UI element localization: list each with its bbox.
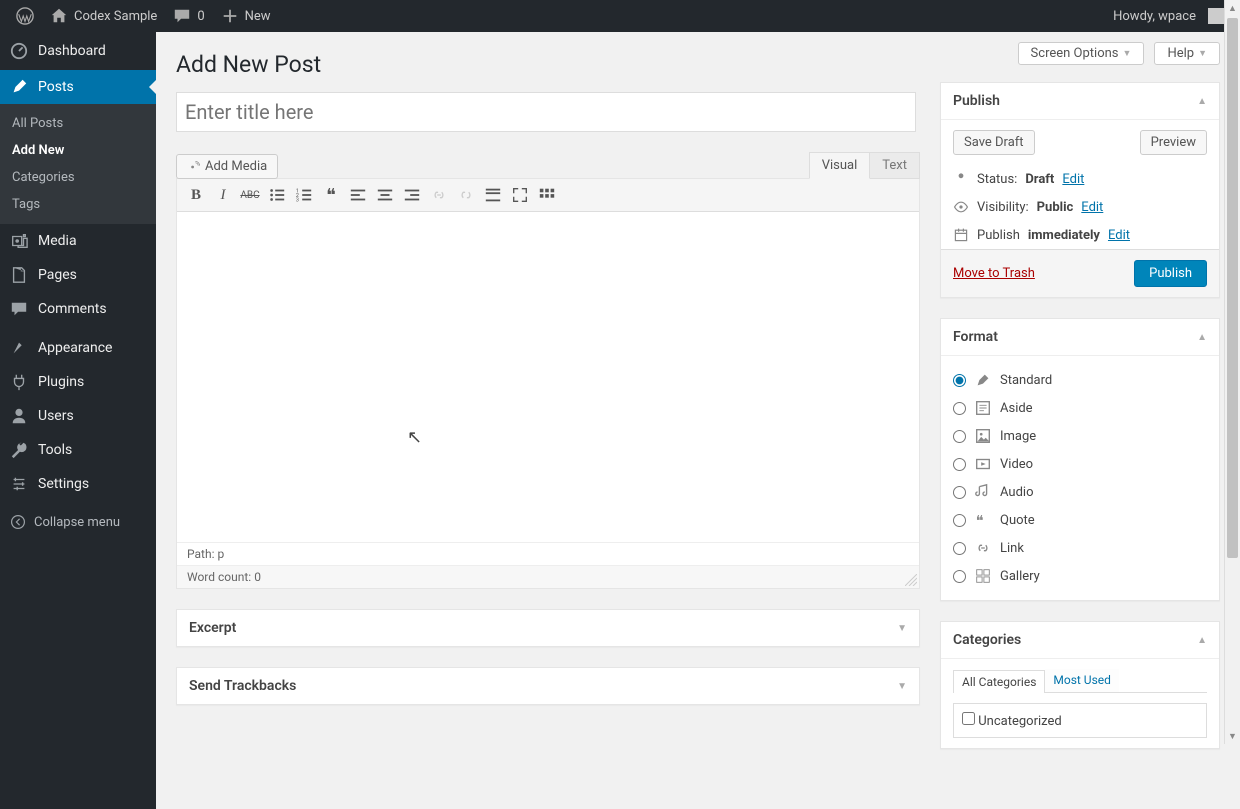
align-left-button[interactable] bbox=[345, 182, 371, 208]
screen-options-button[interactable]: Screen Options ▼ bbox=[1018, 42, 1145, 65]
quote-button[interactable]: ❝ bbox=[318, 182, 344, 208]
ul-button[interactable] bbox=[264, 182, 290, 208]
publish-box: Publish▲ Save Draft Preview Status: Draf… bbox=[940, 82, 1220, 298]
editor-path: Path: p bbox=[177, 542, 919, 565]
save-draft-button[interactable]: Save Draft bbox=[953, 130, 1035, 155]
editor-content[interactable]: ↖ bbox=[177, 212, 919, 542]
tab-text[interactable]: Text bbox=[870, 152, 920, 179]
link-button[interactable] bbox=[426, 182, 452, 208]
format-option-standard[interactable]: Standard bbox=[953, 366, 1207, 394]
category-item[interactable]: Uncategorized bbox=[962, 714, 1062, 729]
menu-settings[interactable]: Settings bbox=[0, 467, 156, 501]
cursor-icon: ↖ bbox=[407, 427, 422, 448]
cat-tab-most[interactable]: Most Used bbox=[1045, 669, 1119, 692]
pin-icon bbox=[953, 171, 969, 187]
svg-text:❝: ❝ bbox=[976, 512, 984, 529]
menu-appearance[interactable]: Appearance bbox=[0, 331, 156, 365]
menu-users[interactable]: Users bbox=[0, 399, 156, 433]
preview-button[interactable]: Preview bbox=[1140, 130, 1207, 155]
excerpt-box: Excerpt▼ bbox=[176, 609, 920, 647]
menu-dashboard[interactable]: Dashboard bbox=[0, 32, 156, 70]
calendar-icon bbox=[953, 227, 969, 243]
admin-sidebar: Dashboard Posts All Posts Add New Catego… bbox=[0, 32, 156, 809]
format-option-video[interactable]: Video bbox=[953, 450, 1207, 478]
editor-wordcount: Word count: 0 bbox=[177, 565, 919, 588]
title-input[interactable] bbox=[176, 92, 916, 132]
cat-tab-all[interactable]: All Categories bbox=[953, 670, 1045, 693]
wp-logo[interactable] bbox=[8, 0, 42, 32]
admin-toolbar: Codex Sample 0 New Howdy, wpace bbox=[0, 0, 1240, 32]
edit-visibility[interactable]: Edit bbox=[1081, 200, 1103, 215]
more-button[interactable] bbox=[480, 182, 506, 208]
editor-container: B I ABC 123 ❝ bbox=[176, 178, 920, 589]
fullscreen-button[interactable] bbox=[507, 182, 533, 208]
menu-plugins[interactable]: Plugins bbox=[0, 365, 156, 399]
scrollbar[interactable]: ▲ ▼ bbox=[1224, 0, 1240, 744]
categories-toggle[interactable]: Categories▲ bbox=[941, 622, 1219, 659]
collapse-menu[interactable]: Collapse menu bbox=[0, 506, 156, 538]
unlink-button[interactable] bbox=[453, 182, 479, 208]
move-to-trash[interactable]: Move to Trash bbox=[953, 266, 1035, 281]
site-name[interactable]: Codex Sample bbox=[42, 0, 165, 32]
format-option-aside[interactable]: Aside bbox=[953, 394, 1207, 422]
trackbacks-box: Send Trackbacks▼ bbox=[176, 667, 920, 705]
format-option-link[interactable]: Link bbox=[953, 534, 1207, 562]
resize-handle[interactable] bbox=[905, 574, 917, 586]
menu-posts[interactable]: Posts bbox=[0, 70, 156, 104]
format-toggle[interactable]: Format▲ bbox=[941, 319, 1219, 356]
menu-tools[interactable]: Tools bbox=[0, 433, 156, 467]
comments-link[interactable]: 0 bbox=[165, 0, 212, 32]
categories-box: Categories▲ All Categories Most Used Unc… bbox=[940, 621, 1220, 749]
italic-button[interactable]: I bbox=[210, 182, 236, 208]
trackbacks-toggle[interactable]: Send Trackbacks▼ bbox=[177, 668, 919, 704]
howdy[interactable]: Howdy, wpace bbox=[1105, 0, 1232, 32]
ol-button[interactable]: 123 bbox=[291, 182, 317, 208]
submenu-all-posts[interactable]: All Posts bbox=[0, 110, 156, 137]
format-option-quote[interactable]: ❝Quote bbox=[953, 506, 1207, 534]
svg-text:3: 3 bbox=[296, 197, 299, 203]
align-center-button[interactable] bbox=[372, 182, 398, 208]
edit-status[interactable]: Edit bbox=[1062, 172, 1084, 187]
format-box: Format▲ StandardAsideImageVideoAudio❝Quo… bbox=[940, 318, 1220, 601]
menu-pages[interactable]: Pages bbox=[0, 258, 156, 292]
format-option-audio[interactable]: Audio bbox=[953, 478, 1207, 506]
tab-visual[interactable]: Visual bbox=[809, 152, 871, 179]
publish-button[interactable]: Publish bbox=[1134, 260, 1207, 287]
add-media-button[interactable]: Add Media bbox=[176, 154, 278, 179]
submenu-add-new[interactable]: Add New bbox=[0, 137, 156, 164]
new-link[interactable]: New bbox=[213, 0, 279, 32]
help-button[interactable]: Help ▼ bbox=[1154, 42, 1220, 65]
submenu-tags[interactable]: Tags bbox=[0, 191, 156, 218]
align-right-button[interactable] bbox=[399, 182, 425, 208]
publish-toggle[interactable]: Publish▲ bbox=[941, 83, 1219, 120]
eye-icon bbox=[953, 199, 969, 215]
format-option-gallery[interactable]: Gallery bbox=[953, 562, 1207, 590]
strike-button[interactable]: ABC bbox=[237, 182, 263, 208]
submenu-categories[interactable]: Categories bbox=[0, 164, 156, 191]
toggle-toolbar-button[interactable] bbox=[534, 182, 560, 208]
bold-button[interactable]: B bbox=[183, 182, 209, 208]
menu-media[interactable]: Media bbox=[0, 224, 156, 258]
excerpt-toggle[interactable]: Excerpt▼ bbox=[177, 610, 919, 646]
edit-schedule[interactable]: Edit bbox=[1108, 228, 1130, 243]
editor-toolbar: B I ABC 123 ❝ bbox=[177, 179, 919, 212]
avatar bbox=[1208, 8, 1224, 24]
menu-comments[interactable]: Comments bbox=[0, 292, 156, 326]
format-option-image[interactable]: Image bbox=[953, 422, 1207, 450]
